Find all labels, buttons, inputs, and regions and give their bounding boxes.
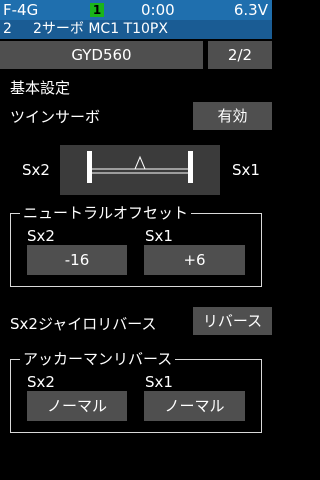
servo-position-display [60, 145, 220, 195]
ackerman-right-value[interactable]: ノーマル [144, 391, 245, 421]
model-name: F-4G [3, 1, 39, 19]
system-info: 2サーボ MC1 T10PX [33, 21, 168, 37]
neutral-offset-right-value[interactable]: +6 [144, 245, 245, 275]
servo-right-label: Sx1 [232, 161, 260, 179]
battery-voltage: 6.3V [233, 1, 268, 19]
neutral-offset-left-label: Sx2 [27, 227, 55, 245]
sx2-gyro-reverse-label: Sx2ジャイロリバース [10, 315, 157, 333]
status-bar: F-4G 1 0:00 6.3V [0, 0, 272, 20]
section-title: 基本設定 [10, 79, 71, 97]
gyro-model-button[interactable]: GYD560 [0, 41, 203, 69]
sx2-gyro-reverse-toggle[interactable]: リバース [193, 307, 272, 335]
neutral-offset-right-label: Sx1 [145, 227, 173, 245]
neutral-offset-title: ニュートラルオフセット [20, 204, 192, 222]
ackerman-reverse-title: アッカーマンリバース [20, 350, 176, 368]
channel-number: 2 [3, 21, 12, 37]
ackerman-left-value[interactable]: ノーマル [27, 391, 127, 421]
ackerman-right-label: Sx1 [145, 373, 173, 391]
servo-left-label: Sx2 [22, 161, 50, 179]
model-number-badge: 1 [90, 3, 104, 17]
servo-graphic [87, 151, 193, 183]
neutral-offset-left-value[interactable]: -16 [27, 245, 127, 275]
ackerman-left-label: Sx2 [27, 373, 55, 391]
timer: 0:00 [141, 1, 175, 19]
twin-servo-toggle[interactable]: 有効 [193, 102, 272, 130]
page-indicator-button[interactable]: 2/2 [208, 41, 272, 69]
twin-servo-label: ツインサーボ [10, 108, 101, 126]
sub-header: 2 2サーボ MC1 T10PX [0, 20, 272, 39]
